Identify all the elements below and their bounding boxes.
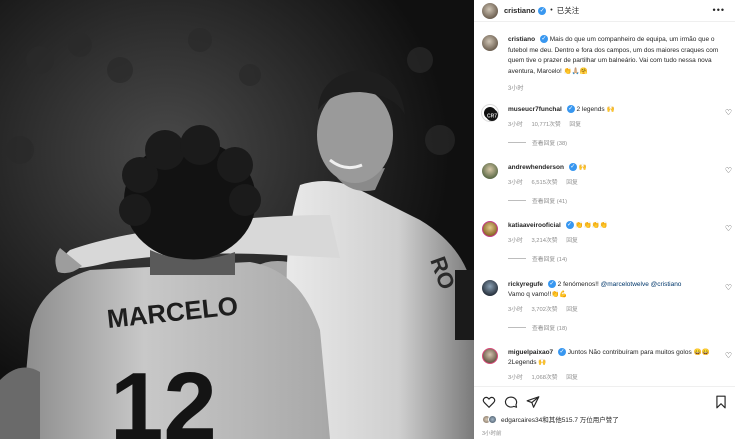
comment-text: 🙌: [578, 164, 587, 171]
comment-like-heart-icon[interactable]: ♡: [725, 166, 732, 175]
comment-time: 3小时: [508, 307, 523, 313]
verified-badge-icon: ✓: [538, 6, 547, 15]
comment-item: andrewhenderson ✓ 🙌 3小时 6,515次赞 回复 查看回复 …: [482, 163, 732, 205]
header-separator: •: [550, 7, 553, 14]
svg-text:CR7: CR7: [487, 114, 497, 120]
post-action-bar: [474, 386, 735, 416]
comment-like-count[interactable]: 3,702次赞: [531, 307, 557, 313]
view-replies-button[interactable]: 查看回复 (14): [508, 254, 732, 263]
comment-like-heart-icon[interactable]: ♡: [725, 224, 732, 233]
comment-like-heart-icon[interactable]: ♡: [725, 108, 732, 117]
comment-item: miguelpaixao7 ✓ Juntos Não contribuíram …: [482, 348, 732, 381]
comment-time: 3小时: [508, 122, 523, 128]
comment-avatar[interactable]: [482, 221, 498, 237]
caption-author-username[interactable]: cristiano: [508, 36, 535, 43]
reply-button[interactable]: 回复: [569, 122, 581, 128]
comment-like-count[interactable]: 1,068次赞: [531, 375, 557, 381]
following-button[interactable]: 已关注: [557, 5, 580, 16]
post-caption: cristiano ✓ Mais do que um companheiro d…: [482, 35, 726, 92]
comment-item: rickyregufe ✓ 2 fenómenos!! @marcelotwel…: [482, 280, 732, 332]
reply-button[interactable]: 回复: [566, 238, 578, 244]
verified-badge-icon: ✓: [539, 35, 548, 44]
reply-button[interactable]: 回复: [566, 180, 578, 186]
comment-avatar[interactable]: [482, 163, 498, 179]
comment-time: 3小时: [508, 238, 523, 244]
verified-badge-icon: ✓: [547, 280, 556, 289]
view-replies-button[interactable]: 查看回复 (18): [508, 323, 732, 332]
comment-username[interactable]: miguelpaixao7: [508, 349, 553, 356]
comment-like-count[interactable]: 10,771次赞: [531, 122, 560, 128]
comment-like-count[interactable]: 6,515次赞: [531, 180, 557, 186]
comment-time: 3小时: [508, 180, 523, 186]
comment-username[interactable]: katiaaveirooficial: [508, 222, 561, 229]
comment-avatar[interactable]: CR7: [482, 105, 498, 121]
mention-link[interactable]: @cristiano: [651, 281, 682, 288]
comment-item: katiaaveirooficial ✓ 👏👏👏👏 3小时 3,214次赞 回复…: [482, 221, 732, 263]
liker-avatar: [488, 414, 497, 424]
comment-like-heart-icon[interactable]: ♡: [725, 283, 732, 292]
reply-button[interactable]: 回复: [566, 307, 578, 313]
post-photo: RO RO MARCELO 12: [0, 0, 474, 439]
more-options-icon[interactable]: •••: [713, 5, 725, 15]
heart-icon[interactable]: [482, 395, 496, 409]
author-avatar[interactable]: [482, 2, 498, 19]
comment-like-heart-icon[interactable]: ♡: [725, 351, 732, 360]
view-replies-button[interactable]: 查看回复 (41): [508, 196, 732, 205]
comment-username[interactable]: rickyregufe: [508, 281, 543, 288]
author-username[interactable]: cristiano: [504, 6, 535, 15]
reply-button[interactable]: 回复: [566, 375, 578, 381]
bookmark-icon[interactable]: [714, 395, 728, 409]
marcelo-jersey-number: 12: [110, 353, 217, 439]
caption-text: Mais do que um companheiro de equipa, um…: [508, 36, 719, 75]
caption-author-avatar[interactable]: [482, 35, 498, 51]
comment-icon[interactable]: [504, 395, 518, 409]
send-icon[interactable]: [526, 395, 540, 409]
comments-scroll-area[interactable]: cristiano ✓ Mais do que um companheiro d…: [474, 23, 735, 386]
comment-avatar[interactable]: [482, 280, 498, 296]
comment-text: 2 fenómenos!!: [557, 281, 601, 288]
comment-item: CR7 museucr7funchal ✓ 2 legends 🙌 3小时 10…: [482, 105, 732, 147]
comment-text: 2 legends 🙌: [576, 106, 615, 113]
caption-timestamp: 3小时: [508, 86, 524, 92]
comment-like-count[interactable]: 3,214次赞: [531, 238, 557, 244]
likes-summary[interactable]: edgarcaires34和其他515.7 万位用户赞了: [482, 414, 619, 424]
post-timestamp: 3小时前: [482, 431, 502, 437]
photo-illustration: RO RO MARCELO 12: [0, 0, 474, 439]
mention-link[interactable]: @marcelotwelve: [601, 281, 649, 288]
view-replies-button[interactable]: 查看回复 (38): [508, 138, 732, 147]
post-header: cristiano ✓ • 已关注 •••: [474, 0, 735, 22]
likes-summary-text[interactable]: edgarcaires34和其他515.7 万位用户赞了: [501, 414, 619, 424]
comment-text-line2: Vamo q vamo!!👏💪: [508, 291, 568, 298]
verified-badge-icon: ✓: [565, 221, 574, 230]
verified-badge-icon: ✓: [557, 348, 566, 357]
verified-badge-icon: ✓: [568, 163, 577, 172]
comment-username[interactable]: museucr7funchal: [508, 106, 562, 113]
post-side-panel: cristiano ✓ • 已关注 ••• cristiano ✓ Mais d…: [474, 0, 735, 439]
verified-badge-icon: ✓: [566, 105, 575, 114]
comment-username[interactable]: andrewhenderson: [508, 164, 564, 171]
comment-text: 👏👏👏👏: [575, 222, 608, 229]
comment-time: 3小时: [508, 375, 523, 381]
comment-avatar[interactable]: [482, 348, 498, 364]
